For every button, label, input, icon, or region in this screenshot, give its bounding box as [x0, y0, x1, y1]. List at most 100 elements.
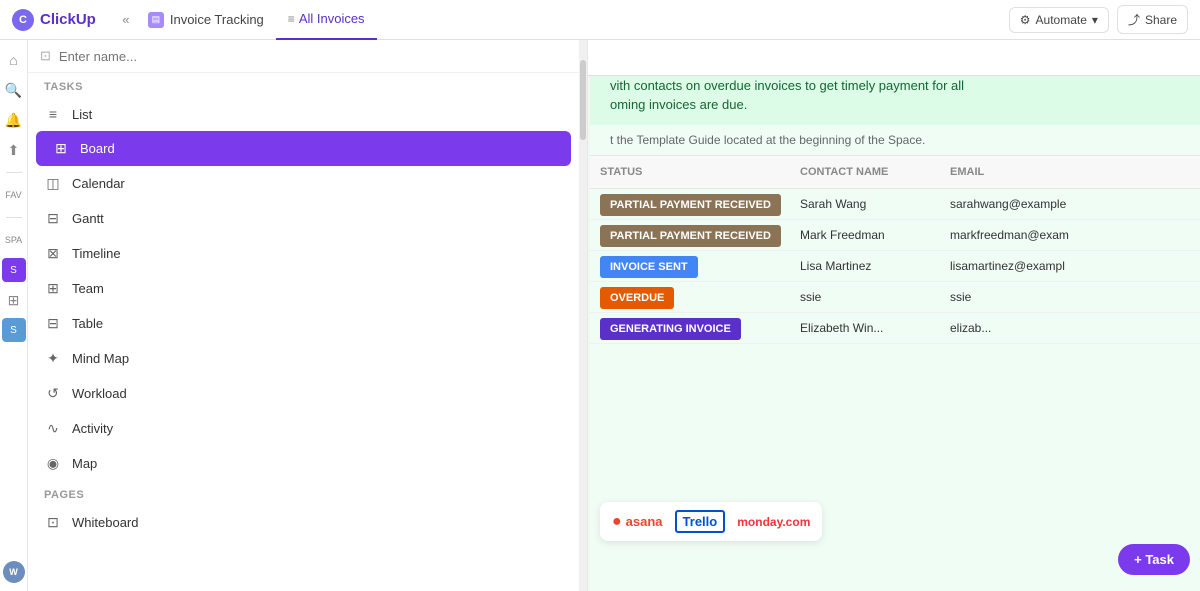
list-label: List — [72, 107, 92, 122]
list-icon: ≡ — [44, 106, 62, 122]
contact-cell: Lisa Martinez — [790, 251, 940, 281]
asana-logo: ● asana — [612, 513, 663, 531]
dropdown-item-team[interactable]: ⊞ Team — [28, 271, 579, 306]
workload-icon: ↺ — [44, 385, 62, 402]
scrollbar-thumb[interactable] — [580, 60, 586, 140]
monday-logo: monday.com — [737, 515, 810, 529]
logo-icon: C — [12, 9, 34, 31]
th-email: EMAIL — [940, 162, 1200, 182]
dropdown-item-timeline[interactable]: ⊠ Timeline — [28, 236, 579, 271]
search-icon: ⊡ — [40, 48, 51, 64]
table-row: OVERDUE ssie ssie — [590, 282, 1200, 313]
status-badge: INVOICE SENT — [600, 256, 698, 278]
dropdown-item-whiteboard[interactable]: ⊡ Whiteboard — [28, 505, 579, 540]
table-row: PARTIAL PAYMENT RECEIVED Sarah Wang sara… — [590, 189, 1200, 220]
pages-section-label: PAGES — [28, 481, 579, 505]
th-status: STATUS — [590, 162, 790, 182]
tab-all-invoices[interactable]: ≡ All Invoices — [276, 0, 377, 40]
status-badge: PARTIAL PAYMENT RECEIVED — [600, 225, 781, 247]
tasks-section-label: TASKS — [28, 73, 579, 97]
share-label: Share — [1145, 13, 1177, 27]
sidebar-space2-icon[interactable]: S — [2, 318, 26, 342]
sidebar-home-icon[interactable]: ⌂ — [2, 48, 26, 72]
dropdown-scroll: ⊡ TASKS ≡ List ⊞ Board ◫ Calendar ⊟ Gant… — [28, 40, 579, 591]
top-bar: C ClickUp « ▤ Invoice Tracking ≡ All Inv… — [0, 0, 1200, 40]
email-cell: ssie — [940, 282, 1200, 312]
breadcrumb-icon: ▤ — [148, 12, 164, 28]
dropdown-item-gantt[interactable]: ⊟ Gantt — [28, 201, 579, 236]
table-icon: ⊟ — [44, 315, 62, 332]
sidebar-pulse-icon[interactable]: ⬆ — [2, 138, 26, 162]
sidebar-space-icon[interactable]: S — [2, 258, 26, 282]
contact-cell: Mark Freedman — [790, 220, 940, 250]
calendar-icon: ◫ — [44, 175, 62, 192]
sidebar-divider-2 — [6, 217, 22, 218]
sidebar-spa-label: SPA — [2, 228, 26, 252]
tab-icon: ≡ — [288, 12, 295, 26]
tab-label: All Invoices — [299, 11, 365, 26]
sidebar-notifications-icon[interactable]: 🔔 — [2, 108, 26, 132]
map-icon: ◉ — [44, 455, 62, 472]
email-cell: markfreedman@exam — [940, 220, 1200, 250]
contact-cell: Sarah Wang — [790, 189, 940, 219]
status-cell: GENERATING INVOICE — [590, 313, 790, 343]
timeline-icon: ⊠ — [44, 245, 62, 262]
view-dropdown-panel: ⊡ TASKS ≡ List ⊞ Board ◫ Calendar ⊟ Gant… — [28, 40, 588, 591]
status-cell: OVERDUE — [590, 282, 790, 312]
calendar-label: Calendar — [72, 176, 125, 191]
share-icon: ⤴ — [1128, 11, 1140, 28]
dropdown-search-bar: ⊡ — [28, 40, 579, 73]
status-cell: PARTIAL PAYMENT RECEIVED — [590, 189, 790, 219]
table-row: PARTIAL PAYMENT RECEIVED Mark Freedman m… — [590, 220, 1200, 251]
breadcrumb: ▤ Invoice Tracking — [148, 12, 264, 28]
trello-logo: Trello — [675, 510, 726, 533]
dropdown-item-workload[interactable]: ↺ Workload — [28, 376, 579, 411]
logo: C ClickUp — [12, 9, 96, 31]
table-row: GENERATING INVOICE Elizabeth Win... eliz… — [590, 313, 1200, 344]
team-label: Team — [72, 281, 104, 296]
gantt-label: Gantt — [72, 211, 104, 226]
th-contact: CONTACT NAME — [790, 162, 940, 182]
status-cell: PARTIAL PAYMENT RECEIVED — [590, 220, 790, 250]
sidebar-fav-label: FAV — [2, 183, 26, 207]
dropdown-item-table[interactable]: ⊟ Table — [28, 306, 579, 341]
dropdown-item-calendar[interactable]: ◫ Calendar — [28, 166, 579, 201]
search-input[interactable] — [59, 49, 567, 64]
table-header: STATUS CONTACT NAME EMAIL — [590, 155, 1200, 189]
status-badge: PARTIAL PAYMENT RECEIVED — [600, 194, 781, 216]
scrollbar-track[interactable] — [579, 40, 587, 591]
collapse-sidebar-btn[interactable]: « — [112, 6, 140, 34]
invoice-area: s and understand outstanding unpaid bala… — [590, 40, 1200, 591]
gantt-icon: ⊟ — [44, 210, 62, 227]
breadcrumb-text: Invoice Tracking — [170, 12, 264, 27]
dropdown-item-mindmap[interactable]: ✦ Mind Map — [28, 341, 579, 376]
activity-icon: ∿ — [44, 420, 62, 437]
automate-btn[interactable]: ⚙ Automate ▾ — [1009, 7, 1109, 33]
automate-chevron: ▾ — [1092, 13, 1098, 27]
team-icon: ⊞ — [44, 280, 62, 297]
sidebar-divider — [6, 172, 22, 173]
status-badge: OVERDUE — [600, 287, 674, 309]
guide-text: t the Template Guide located at the begi… — [590, 125, 1200, 155]
email-cell: sarahwang@example — [940, 189, 1200, 219]
sidebar-search-icon[interactable]: 🔍 — [2, 78, 26, 102]
dropdown-item-map[interactable]: ◉ Map — [28, 446, 579, 481]
share-btn[interactable]: ⤴ Share — [1117, 5, 1188, 34]
table-label: Table — [72, 316, 103, 331]
task-btn[interactable]: + Task — [1118, 544, 1190, 575]
sidebar-avatar: W — [3, 561, 25, 583]
automate-label: Automate — [1036, 13, 1087, 27]
tab-bar: ≡ All Invoices — [276, 0, 377, 40]
dropdown-item-list[interactable]: ≡ List — [28, 97, 579, 131]
dropdown-item-board[interactable]: ⊞ Board — [36, 131, 571, 166]
map-label: Map — [72, 456, 97, 471]
contact-cell: Elizabeth Win... — [790, 313, 940, 343]
sidebar-grid-icon[interactable]: ⊞ — [2, 288, 26, 312]
table-row: INVOICE SENT Lisa Martinez lisamartinez@… — [590, 251, 1200, 282]
automate-icon: ⚙ — [1020, 13, 1031, 27]
dropdown-item-activity[interactable]: ∿ Activity — [28, 411, 579, 446]
mindmap-icon: ✦ — [44, 350, 62, 367]
board-icon: ⊞ — [52, 140, 70, 157]
logo-text: ClickUp — [40, 11, 96, 28]
mindmap-label: Mind Map — [72, 351, 129, 366]
